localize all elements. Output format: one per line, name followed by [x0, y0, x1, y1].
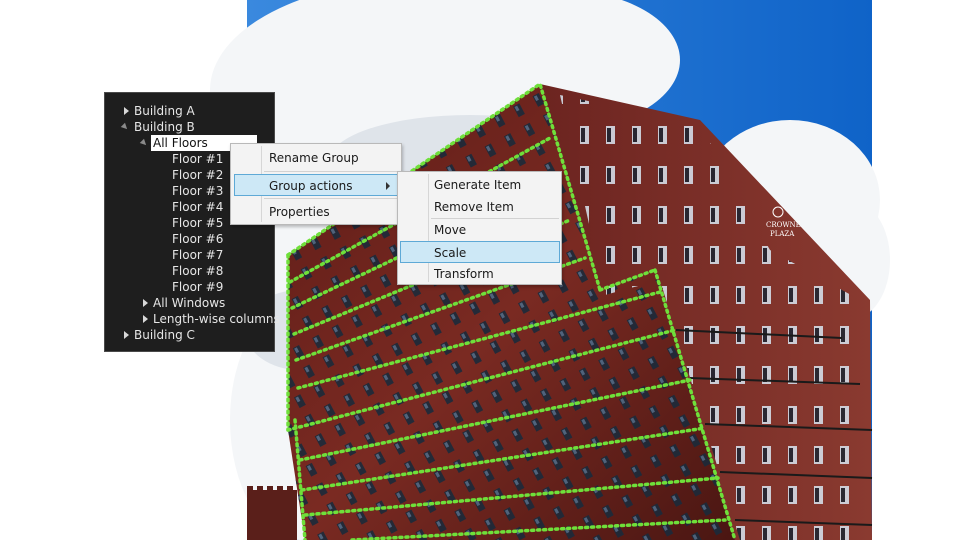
svg-text:PLAZA: PLAZA [770, 230, 795, 238]
menu-item-label: Scale [434, 246, 467, 260]
expand-arrow-icon[interactable] [124, 331, 129, 339]
menu-item-rename-group[interactable]: Rename Group [233, 147, 399, 169]
menu-item-generate-item[interactable]: Generate Item [400, 174, 559, 196]
menu-item-label: Generate Item [434, 178, 522, 192]
context-menu: Rename Group Group actions Properties [230, 143, 402, 225]
group-actions-submenu: Generate Item Remove Item Move Scale Tra… [397, 171, 562, 285]
tree-node-label: Floor #8 [172, 264, 224, 278]
menu-item-scale[interactable]: Scale [400, 241, 560, 263]
tree-node-building-c[interactable]: Building C [105, 327, 274, 343]
menu-item-label: Remove Item [434, 200, 514, 214]
menu-item-label: Properties [269, 205, 330, 219]
tree-node-label: Floor #1 [172, 152, 224, 166]
submenu-arrow-icon [386, 182, 390, 190]
menu-item-remove-item[interactable]: Remove Item [400, 196, 559, 218]
tree-node-building-b[interactable]: Building B [105, 119, 274, 135]
menu-item-properties[interactable]: Properties [233, 201, 399, 223]
menu-item-move[interactable]: Move [400, 219, 559, 241]
collapse-arrow-icon[interactable] [120, 122, 130, 132]
tree-node-label: Floor #5 [172, 216, 224, 230]
tree-node-label: Floor #9 [172, 280, 224, 294]
menu-separator [264, 198, 399, 199]
menu-item-group-actions[interactable]: Group actions [234, 174, 399, 196]
tree-node-label: Building A [134, 104, 195, 118]
menu-item-label: Group actions [269, 179, 353, 193]
tree-node-building-a[interactable]: Building A [105, 103, 274, 119]
menu-item-transform[interactable]: Transform [400, 263, 559, 285]
menu-item-label: Transform [434, 267, 494, 281]
tree-node-label: Length-wise columns [153, 312, 280, 326]
tree-node-label: Building C [134, 328, 195, 342]
menu-item-label: Move [434, 223, 467, 237]
expand-arrow-icon[interactable] [143, 315, 148, 323]
tree-node-label: Floor #7 [172, 248, 224, 262]
tree-node-label: Building B [134, 120, 195, 134]
tree-node-label: Floor #2 [172, 168, 224, 182]
menu-item-label: Rename Group [269, 151, 359, 165]
expand-arrow-icon[interactable] [143, 299, 148, 307]
menu-separator [264, 171, 399, 172]
tree-node-label: Floor #3 [172, 184, 224, 198]
collapse-arrow-icon[interactable] [139, 138, 149, 148]
tree-node-length-wise-columns[interactable]: Length-wise columns [105, 311, 280, 327]
tree-node-all-windows[interactable]: All Windows [105, 295, 274, 311]
expand-arrow-icon[interactable] [124, 107, 129, 115]
svg-text:CROWNE: CROWNE [766, 221, 801, 229]
tree-node-label: Floor #6 [172, 232, 224, 246]
tree-node-label: Floor #4 [172, 200, 224, 214]
tree-node-label: All Windows [153, 296, 226, 310]
